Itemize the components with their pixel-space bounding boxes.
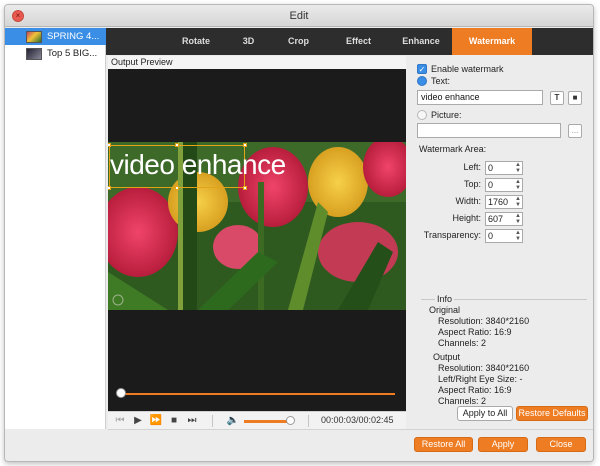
text-option-row[interactable]: Text: [417, 76, 450, 86]
tab-watermark[interactable]: Watermark [452, 28, 532, 55]
output-resolution: Resolution: 3840*2160 [438, 363, 530, 373]
width-label: Width: [455, 196, 481, 206]
info-title: Info [435, 294, 455, 304]
watermark-overlay-text: video enhance [110, 149, 286, 180]
watermark-text-input[interactable]: video enhance [417, 90, 543, 105]
window-title: Edit [289, 10, 309, 22]
height-spinner[interactable]: 607 ▲ ▼ [485, 212, 523, 226]
original-resolution: Resolution: 3840*2160 [438, 316, 530, 326]
volume-slider-knob[interactable] [286, 416, 295, 425]
file-item[interactable]: SPRING 4... [5, 28, 106, 45]
resize-handle[interactable] [175, 143, 179, 147]
restore-defaults-button[interactable]: Restore Defaults [516, 406, 588, 421]
playback-controls: ⏮ ▶ ⏩ ■ ⏭ 🔈 00:00:03/00:02:45 [108, 411, 406, 429]
resize-handle[interactable] [108, 186, 111, 190]
font-settings-button[interactable]: T [550, 91, 564, 105]
spinner-arrows-icon[interactable]: ▲ ▼ [515, 213, 521, 225]
video-thumbnail [26, 30, 42, 43]
file-item[interactable]: Top 5 BIG... [5, 45, 106, 62]
text-radio[interactable] [417, 76, 427, 86]
watermark-area-label: Watermark Area: [419, 144, 487, 154]
video-preview: video enhance [108, 69, 406, 411]
transparency-spinner[interactable]: 0 ▲ ▼ [485, 229, 523, 243]
close-window-icon[interactable]: × [12, 10, 24, 22]
video-frame: video enhance [108, 142, 406, 310]
skip-back-icon[interactable]: ⏮ [113, 414, 127, 428]
original-aspect-ratio: Aspect Ratio: 16:9 [438, 327, 512, 337]
tab-3d[interactable]: 3D [226, 28, 271, 55]
playback-progress-track[interactable] [120, 393, 395, 395]
watermark-bounding-box[interactable]: video enhance [108, 143, 286, 190]
tab-effect[interactable]: Effect [331, 28, 386, 55]
top-spinner[interactable]: 0 ▲ ▼ [485, 178, 523, 192]
spinner-arrows-icon[interactable]: ▲ ▼ [515, 179, 521, 191]
divider [308, 415, 309, 427]
video-thumbnail [26, 47, 42, 60]
height-value: 607 [488, 214, 504, 224]
output-channels: Channels: 2 [438, 396, 487, 406]
output-aspect-ratio: Aspect Ratio: 16:9 [438, 385, 512, 395]
volume-slider-track[interactable] [244, 420, 289, 423]
text-radio-label: Text: [431, 76, 451, 86]
resize-handle[interactable] [108, 143, 111, 147]
left-value: 0 [488, 163, 494, 173]
color-settings-button[interactable]: ■ [568, 91, 582, 105]
file-label: Top 5 BIG... [47, 48, 98, 59]
output-eye-size: Left/Right Eye Size: - [438, 374, 523, 384]
close-button[interactable]: Close [536, 437, 586, 452]
playback-progress-knob[interactable] [116, 388, 126, 398]
tab-rotate[interactable]: Rotate [166, 28, 226, 55]
output-preview-label: Output Preview [108, 56, 406, 69]
tab-enhance[interactable]: Enhance [391, 28, 451, 55]
action-bar: Restore All Apply Close [108, 429, 593, 461]
stop-icon[interactable]: ■ [167, 414, 181, 428]
picture-radio-label: Picture: [431, 110, 462, 120]
edit-tabs: Rotate 3D Crop Effect Enhance Watermark [106, 28, 593, 55]
fast-forward-icon[interactable]: ⏩ [149, 414, 163, 428]
watermark-settings-panel: ✓ Enable watermark Text: video enhance T… [409, 56, 593, 429]
apply-button[interactable]: Apply [478, 437, 528, 452]
volume-icon[interactable]: 🔈 [226, 414, 240, 428]
transparency-label: Transparency: [423, 230, 481, 240]
width-spinner[interactable]: 1760 ▲ ▼ [485, 195, 523, 209]
resize-handle[interactable] [243, 143, 247, 147]
tab-crop[interactable]: Crop [271, 28, 326, 55]
width-value: 1760 [488, 197, 509, 207]
enable-watermark-checkbox[interactable]: ✓ [417, 64, 427, 74]
original-label: Original [429, 305, 461, 315]
height-label: Height: [452, 213, 481, 223]
picture-option-row[interactable]: Picture: [417, 110, 462, 120]
output-label: Output [433, 352, 461, 362]
skip-forward-icon[interactable]: ⏭ [185, 414, 199, 428]
divider [212, 415, 213, 427]
picture-radio[interactable] [417, 110, 427, 120]
edit-window: × Edit SPRING 4... Top 5 BIG... Rotate 3… [4, 4, 594, 462]
title-bar: × Edit [5, 5, 593, 27]
original-channels: Channels: 2 [438, 338, 487, 348]
top-value: 0 [488, 180, 494, 190]
transparency-value: 0 [488, 231, 494, 241]
top-label: Top: [463, 179, 481, 189]
playback-time: 00:00:03/00:02:45 [321, 415, 394, 425]
resize-handle[interactable] [175, 186, 179, 190]
file-list: SPRING 4... Top 5 BIG... [5, 28, 106, 429]
left-spinner[interactable]: 0 ▲ ▼ [485, 161, 523, 175]
spinner-arrows-icon[interactable]: ▲ ▼ [515, 196, 521, 208]
restore-all-button[interactable]: Restore All [414, 437, 473, 452]
file-label: SPRING 4... [47, 31, 100, 42]
enable-watermark-row[interactable]: ✓ Enable watermark [417, 64, 504, 74]
enable-watermark-label: Enable watermark [431, 64, 504, 74]
resize-handle[interactable] [243, 186, 247, 190]
left-label: Left: [463, 162, 481, 172]
picture-path-input[interactable] [417, 123, 561, 138]
spinner-arrows-icon[interactable]: ▲ ▼ [515, 162, 521, 174]
play-icon[interactable]: ▶ [131, 414, 145, 428]
spinner-arrows-icon[interactable]: ▲ ▼ [515, 230, 521, 242]
browse-picture-button[interactable]: ... [568, 124, 582, 138]
apply-to-all-button[interactable]: Apply to All [457, 406, 513, 421]
